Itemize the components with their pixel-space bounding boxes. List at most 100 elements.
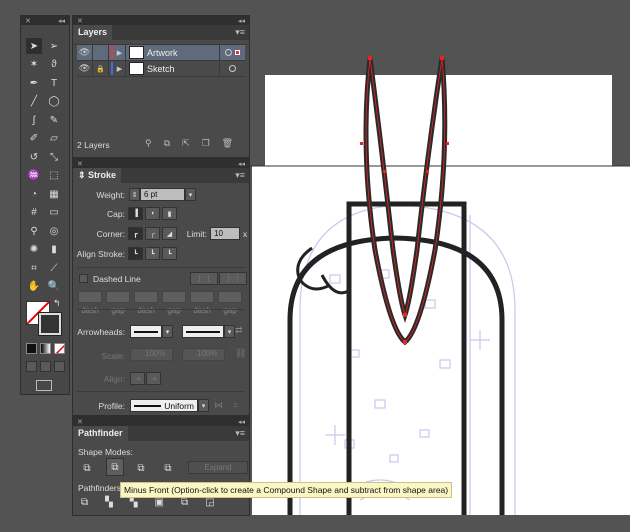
intersect-icon[interactable]: ⧉ bbox=[133, 460, 149, 476]
unite-icon[interactable]: ⧉ bbox=[79, 460, 95, 476]
arrow-place-button[interactable]: ⇥ bbox=[146, 372, 161, 385]
blend-tool-icon[interactable]: ◎ bbox=[46, 223, 62, 239]
end-scale-input[interactable]: 100% bbox=[182, 348, 225, 361]
minus-back-icon[interactable]: ◲ bbox=[205, 497, 214, 508]
scale-tool-icon[interactable]: ⤡ bbox=[46, 149, 62, 165]
close-icon[interactable]: ✕ bbox=[77, 160, 83, 168]
gradient-tool-icon[interactable]: ▭ bbox=[46, 205, 62, 221]
exclude-icon[interactable]: ⧉ bbox=[160, 460, 176, 476]
flip-across-icon[interactable]: ⩡ bbox=[233, 400, 238, 411]
divide-icon[interactable]: ⧉ bbox=[81, 497, 88, 508]
mesh-tool-icon[interactable]: # bbox=[26, 205, 42, 221]
dash-field[interactable] bbox=[78, 291, 102, 303]
collapse-icon[interactable]: ◂◂ bbox=[238, 17, 245, 25]
outline-icon[interactable]: ⧉ bbox=[181, 497, 188, 508]
layer-row[interactable]: 👁 🔒 ▶ Sketch bbox=[77, 60, 245, 77]
align-center-button[interactable]: ┗ bbox=[128, 247, 143, 260]
color-button[interactable] bbox=[26, 343, 37, 354]
align-inside-button[interactable]: ┗ bbox=[145, 247, 160, 260]
weight-dropdown[interactable]: ▾ bbox=[185, 188, 196, 201]
swap-icon[interactable]: ↰ bbox=[53, 298, 61, 309]
projecting-cap-button[interactable]: ▮ bbox=[162, 207, 177, 220]
dash-field[interactable] bbox=[190, 291, 214, 303]
gradient-button[interactable] bbox=[40, 343, 51, 354]
profile-select[interactable]: Uniform bbox=[130, 399, 198, 412]
eraser-tool-icon[interactable]: ▱ bbox=[46, 131, 62, 147]
link-scale-icon[interactable]: ⛓ bbox=[235, 348, 246, 359]
zoom-tool-icon[interactable]: 🔍 bbox=[46, 279, 62, 295]
expand-triangle-icon[interactable]: ▶ bbox=[114, 60, 126, 77]
round-join-button[interactable]: ╭ bbox=[145, 227, 160, 240]
lasso-tool-icon[interactable]: ϑ bbox=[46, 57, 62, 73]
preserve-dash-button[interactable]: [- -] bbox=[190, 272, 218, 285]
pencil-tool-icon[interactable]: ✎ bbox=[46, 112, 62, 128]
limit-input[interactable]: 10 bbox=[210, 227, 240, 240]
column-graph-tool-icon[interactable]: ▮ bbox=[46, 242, 62, 258]
paintbrush-tool-icon[interactable]: ʃ bbox=[26, 112, 42, 128]
profile-dropdown[interactable]: ▾ bbox=[198, 399, 209, 412]
perspective-grid-tool-icon[interactable]: ▦ bbox=[46, 186, 62, 202]
collapse-icon[interactable]: ◂◂ bbox=[238, 160, 245, 168]
slice-tool-icon[interactable]: ⟋ bbox=[46, 260, 62, 276]
clipping-mask-icon[interactable]: ⧉ bbox=[164, 138, 170, 149]
collapse-icon[interactable]: ◂◂ bbox=[238, 418, 245, 426]
new-layer-icon[interactable]: ❐ bbox=[202, 138, 210, 149]
tools-panel-header[interactable]: ✕ ◂◂ bbox=[21, 16, 69, 25]
target-icon[interactable] bbox=[219, 44, 245, 61]
draw-inside-icon[interactable] bbox=[54, 361, 65, 372]
visibility-eye-icon[interactable]: 👁 bbox=[77, 60, 93, 77]
selection-tool-icon[interactable]: ➤ bbox=[26, 38, 42, 54]
expand-button[interactable]: Expand bbox=[188, 461, 248, 474]
hand-tool-icon[interactable]: ✋ bbox=[26, 279, 42, 295]
locate-object-icon[interactable]: ⚲ bbox=[145, 138, 152, 149]
direct-selection-tool-icon[interactable]: ➢ bbox=[46, 38, 62, 54]
close-icon[interactable]: ✕ bbox=[77, 418, 83, 426]
tab-layers[interactable]: Layers bbox=[73, 25, 113, 40]
minus-front-icon[interactable]: ⧉ bbox=[106, 458, 124, 476]
free-transform-tool-icon[interactable]: ⬚ bbox=[46, 168, 62, 184]
line-tool-icon[interactable]: ╱ bbox=[26, 94, 42, 110]
lock-icon[interactable]: 🔒 bbox=[93, 60, 109, 77]
trim-icon[interactable]: ▚ bbox=[105, 497, 113, 508]
blob-brush-tool-icon[interactable]: ✐ bbox=[26, 131, 42, 147]
trash-icon[interactable]: 🗑 bbox=[222, 138, 233, 149]
draw-normal-icon[interactable] bbox=[26, 361, 37, 372]
warp-tool-icon[interactable]: ♒ bbox=[26, 168, 42, 184]
none-button[interactable] bbox=[54, 343, 65, 354]
expand-triangle-icon[interactable]: ▶ bbox=[114, 44, 126, 61]
dash-field[interactable] bbox=[134, 291, 158, 303]
artboard-tool-icon[interactable]: ⌗ bbox=[26, 260, 42, 276]
symbol-sprayer-tool-icon[interactable]: ✺ bbox=[26, 242, 42, 258]
flip-along-icon[interactable]: ⋈ bbox=[214, 400, 223, 411]
close-icon[interactable]: ✕ bbox=[77, 17, 83, 25]
end-arrowhead-select[interactable] bbox=[182, 325, 224, 338]
layer-row[interactable]: 👁 ▶ Artwork bbox=[77, 44, 245, 61]
visibility-eye-icon[interactable]: 👁 bbox=[77, 44, 93, 61]
weight-input[interactable]: 6 pt bbox=[140, 188, 185, 201]
crop-icon[interactable]: ▣ bbox=[155, 497, 164, 508]
arrow-extend-button[interactable]: ⇥ bbox=[130, 372, 145, 385]
lock-toggle[interactable] bbox=[93, 44, 109, 61]
selection-indicator[interactable] bbox=[235, 50, 240, 55]
panel-menu-icon[interactable]: ▾≡ bbox=[235, 170, 249, 181]
draw-behind-icon[interactable] bbox=[40, 361, 51, 372]
magic-wand-tool-icon[interactable]: ✶ bbox=[26, 57, 42, 73]
weight-stepper[interactable]: ⇕ bbox=[129, 188, 140, 201]
pen-tool-icon[interactable]: ✒ bbox=[26, 75, 42, 91]
new-sublayer-icon[interactable]: ⇱ bbox=[182, 138, 190, 149]
end-arrowhead-dropdown[interactable]: ▾ bbox=[224, 325, 235, 338]
swap-arrowheads-icon[interactable]: ⇄ bbox=[235, 325, 243, 336]
align-dash-button[interactable]: [- -] bbox=[219, 272, 247, 285]
start-scale-input[interactable]: 100% bbox=[130, 348, 173, 361]
bevel-join-button[interactable]: ◢ bbox=[162, 227, 177, 240]
target-icon[interactable] bbox=[219, 60, 245, 77]
start-arrowhead-select[interactable] bbox=[130, 325, 162, 338]
align-outside-button[interactable]: ┗ bbox=[162, 247, 177, 260]
dashed-line-checkbox[interactable] bbox=[79, 274, 88, 283]
miter-join-button[interactable]: ┏ bbox=[128, 227, 143, 240]
type-tool-icon[interactable]: T bbox=[46, 75, 62, 91]
butt-cap-button[interactable]: ▐ bbox=[128, 207, 143, 220]
shape-builder-tool-icon[interactable]: ◔ bbox=[26, 186, 42, 202]
gap-field[interactable] bbox=[162, 291, 186, 303]
start-arrowhead-dropdown[interactable]: ▾ bbox=[162, 325, 173, 338]
